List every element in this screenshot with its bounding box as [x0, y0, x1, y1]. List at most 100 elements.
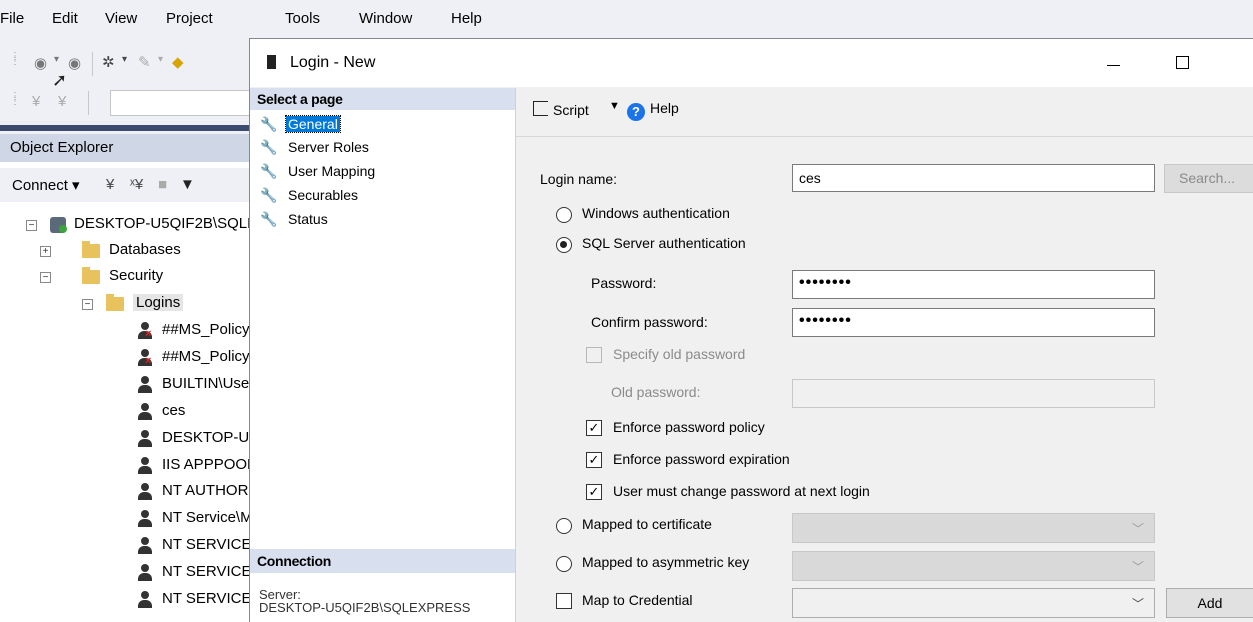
toolbar-separator [88, 91, 89, 115]
maximize-button[interactable] [1160, 39, 1206, 87]
must-change-label: User must change password at next login [613, 483, 870, 499]
enforce-policy-label: Enforce password policy [613, 419, 765, 435]
forward-icon[interactable]: ◉ [68, 54, 81, 72]
add-credential-button[interactable]: Add [1166, 588, 1253, 618]
disconnect-icon[interactable]: ˣ¥ [130, 176, 143, 193]
mapped-asymmetric-key-label: Mapped to asymmetric key [582, 554, 750, 570]
page-securables[interactable]: 🔧 Securables [250, 185, 515, 209]
wrench-icon: 🔧 [260, 116, 278, 132]
user-icon [137, 456, 153, 475]
tree-node-security[interactable]: − Security [0, 267, 256, 293]
login-new-dialog: Login - New Select a page 🔧 General 🔧 Se… [249, 38, 1253, 622]
script-button[interactable]: Script [533, 101, 589, 123]
page-label: Securables [288, 187, 359, 203]
tree-node-databases[interactable]: + Databases [0, 241, 256, 267]
tree-label: BUILTIN\Users [162, 374, 262, 392]
page-label: Server Roles [288, 139, 369, 155]
collapse-icon[interactable]: − [82, 299, 93, 310]
help-button[interactable]: ? Help [627, 100, 679, 121]
menu-window[interactable]: Window [359, 10, 412, 27]
enforce-policy-checkbox[interactable]: ✓ [586, 420, 602, 436]
connect-icon[interactable]: ¥ [32, 93, 40, 110]
menu-project[interactable]: Project [166, 10, 213, 27]
expand-icon[interactable]: + [40, 246, 51, 257]
login-name-input[interactable]: ces [792, 164, 1155, 192]
page-general[interactable]: 🔧 General [250, 114, 515, 138]
connect-button[interactable]: Connect ▾ [12, 176, 80, 194]
menu-edit[interactable]: Edit [52, 10, 78, 27]
change-connection-icon[interactable]: ¥ [58, 93, 66, 110]
wrench-icon: 🔧 [260, 211, 278, 227]
tree-node-login[interactable]: DESKTOP-U5QIF2B\User [0, 429, 337, 455]
standard-toolbar: ⋮ ⋮ ◉ ▾ ◉ ✲ ▾ ✎ ▾ ◆ ➚ [0, 44, 256, 91]
tree-node-login[interactable]: NT AUTHORITY\SYSTEM [0, 482, 338, 508]
sql-auth-radio[interactable] [556, 237, 572, 253]
script-icon [533, 101, 548, 116]
dialog-app-icon [267, 55, 276, 69]
page-server-roles[interactable]: 🔧 Server Roles [250, 137, 515, 161]
collapse-icon[interactable]: − [40, 272, 51, 283]
search-button[interactable]: Search... [1164, 164, 1253, 193]
page-user-mapping[interactable]: 🔧 User Mapping [250, 161, 515, 185]
tree-node-login[interactable]: ×##MS_PolicyTsqlExecutionLogin## [0, 348, 395, 374]
minimize-button[interactable] [1090, 39, 1136, 87]
new-project-dropdown-icon[interactable]: ▾ [122, 54, 127, 65]
mapped-asymmetric-key-radio[interactable] [556, 556, 572, 572]
general-page: Script ▼ ? Help Login name: ces Search...… [516, 88, 1253, 622]
add-item-icon[interactable]: ✎ [138, 53, 151, 71]
stop-icon[interactable]: ■ [158, 176, 167, 193]
tree-node-login[interactable]: NT SERVICE\Winmgmt [0, 590, 319, 616]
tree-node-logins[interactable]: − Logins [0, 294, 256, 320]
specify-old-password-label: Specify old password [613, 346, 746, 362]
mapped-certificate-radio[interactable] [556, 518, 572, 534]
object-explorer-tree: − DESKTOP-U5QIF2B\SQLEXPRESS + Databases… [0, 206, 484, 621]
enforce-expiration-checkbox[interactable]: ✓ [586, 452, 602, 468]
script-dropdown-icon[interactable]: ▼ [609, 100, 620, 112]
database-selector[interactable] [110, 90, 258, 116]
connect-object-icon[interactable]: ¥ [106, 176, 114, 193]
menu-help[interactable]: Help [451, 10, 482, 27]
tree-node-login[interactable]: IIS APPPOOL\DefaultAppPool [0, 456, 364, 482]
specify-old-password-checkbox[interactable] [586, 347, 602, 363]
windows-auth-radio[interactable] [556, 207, 572, 223]
page-label: Status [288, 211, 328, 227]
dialog-title-bar: Login - New [250, 39, 1253, 87]
map-credential-checkbox[interactable] [556, 593, 572, 609]
add-item-dropdown-icon[interactable]: ▾ [158, 54, 163, 65]
object-explorer-panel: Object Explorer Connect ▾ ¥ ˣ¥ ■ ▼ − DES… [0, 134, 484, 621]
object-explorer-toolbar: Connect ▾ ¥ ˣ¥ ■ ▼ [0, 168, 256, 202]
chevron-down-icon: ﹀ [1131, 522, 1144, 536]
user-icon: × [137, 348, 153, 367]
user-icon: × [137, 322, 153, 340]
new-project-icon[interactable]: ✲ [102, 53, 115, 71]
confirm-password-input[interactable]: •••••••• [792, 308, 1155, 337]
user-icon [137, 429, 153, 448]
back-dropdown-icon[interactable]: ▾ [54, 54, 59, 65]
tree-node-login[interactable]: NT SERVICE\SQLWriter [0, 563, 324, 589]
collapse-icon[interactable]: − [26, 220, 37, 231]
back-icon[interactable]: ◉ [34, 54, 47, 72]
must-change-checkbox[interactable]: ✓ [586, 484, 602, 500]
tree-node-server[interactable]: − DESKTOP-U5QIF2B\SQLEXPRESS [0, 215, 318, 241]
tree-node-login[interactable]: NT SERVICE\SQLTELEMETRY$SQLEXPRESS [0, 536, 484, 562]
old-password-input[interactable] [792, 379, 1155, 408]
filter-icon[interactable]: ▼ [180, 176, 195, 193]
menu-file[interactable]: File [0, 10, 24, 27]
toolbar-grip-icon[interactable]: ⋮ ⋮ [10, 52, 20, 67]
asymmetric-key-dropdown[interactable]: ﹀ [792, 551, 1155, 581]
open-file-icon[interactable]: ◆ [172, 53, 184, 71]
menu-view[interactable]: View [105, 10, 137, 27]
menu-tools[interactable]: Tools [285, 10, 320, 27]
windows-auth-label: Windows authentication [582, 205, 730, 221]
password-input[interactable]: •••••••• [792, 270, 1155, 299]
credential-dropdown[interactable]: ﹀ [792, 588, 1155, 618]
certificate-dropdown[interactable]: ﹀ [792, 513, 1155, 543]
toolbar-grip-icon[interactable]: ⋮ ⋮ [10, 92, 20, 107]
user-icon [137, 402, 153, 421]
tree-node-login[interactable]: ×##MS_PolicyEventProcessingLogin## [0, 321, 415, 347]
page-selector-pane: Select a page 🔧 General 🔧 Server Roles 🔧… [250, 88, 516, 622]
page-status[interactable]: 🔧 Status [250, 209, 515, 233]
tree-node-login[interactable]: BUILTIN\Users [0, 375, 262, 401]
tree-node-login[interactable]: NT Service\MSSQL$SQLEXPRESS [0, 509, 402, 535]
tree-node-login[interactable]: ces [0, 402, 256, 428]
